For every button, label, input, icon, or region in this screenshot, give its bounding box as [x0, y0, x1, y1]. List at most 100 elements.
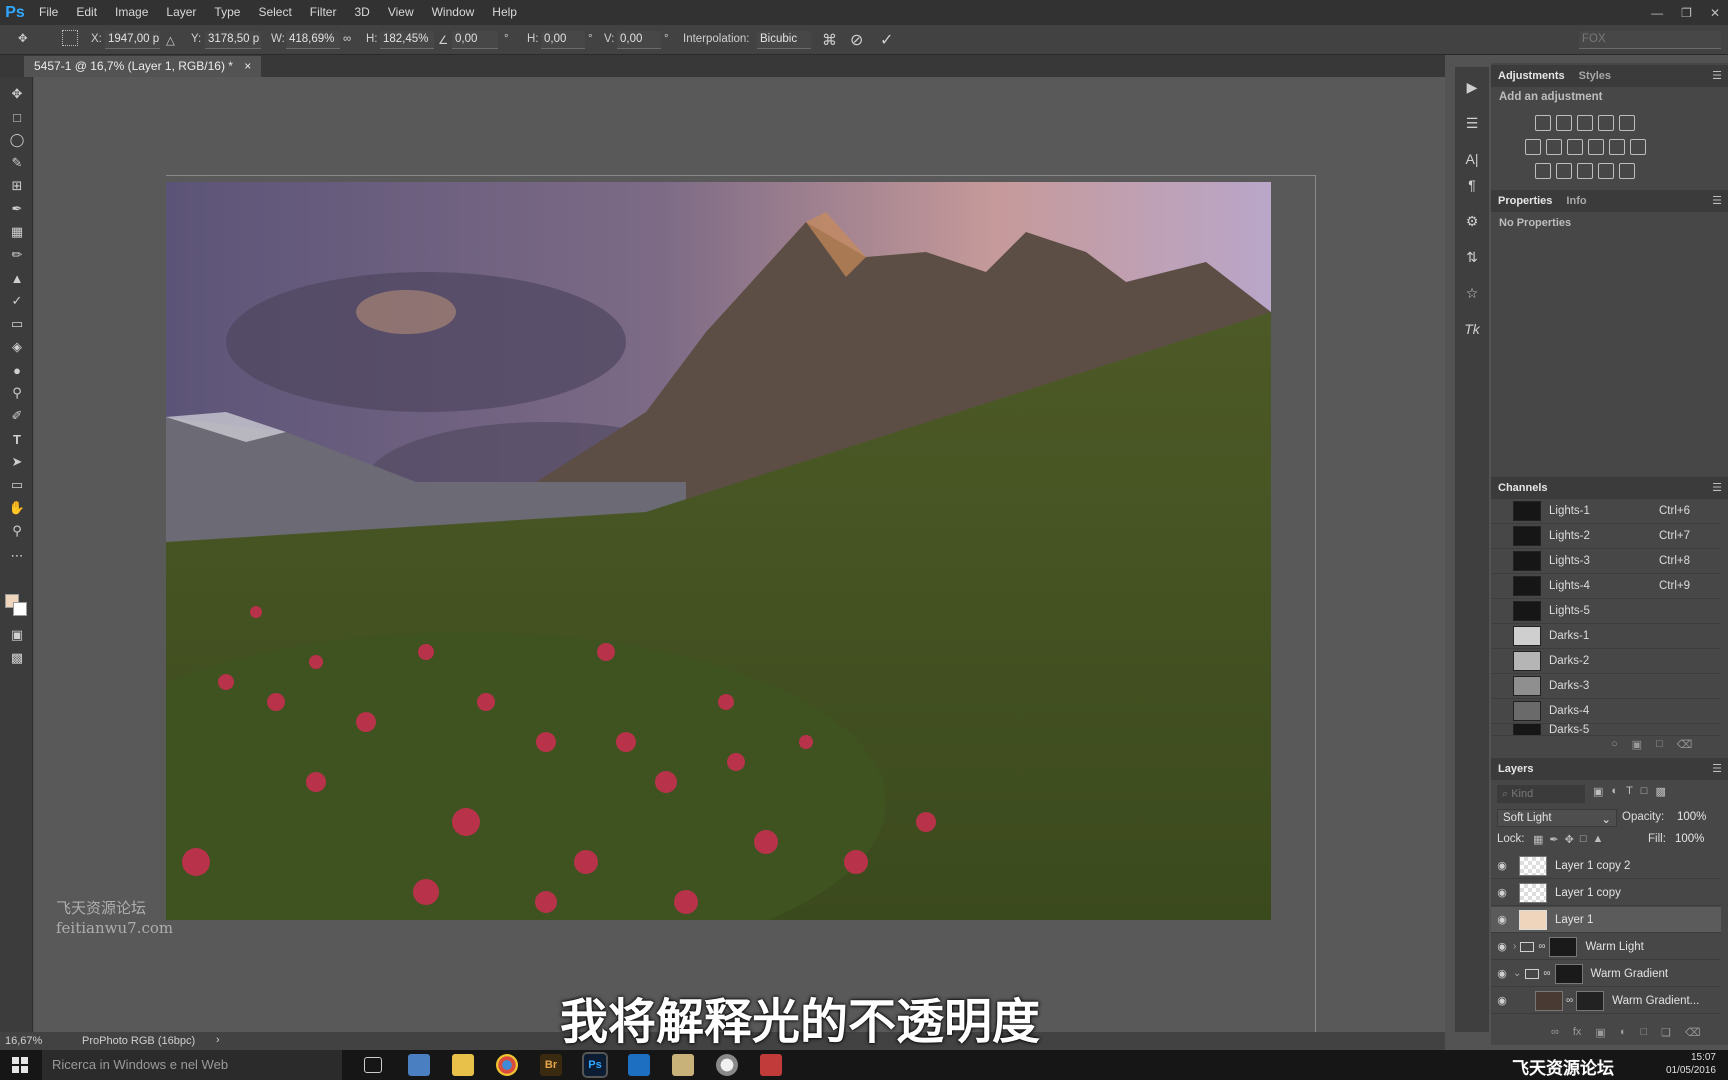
menu-file[interactable]: File — [30, 0, 67, 25]
threshold-icon[interactable] — [1577, 163, 1593, 179]
landscape-photo[interactable] — [166, 182, 1271, 920]
brightness-icon[interactable] — [1535, 115, 1551, 131]
load-selection-icon[interactable]: ○ — [1611, 738, 1618, 751]
tab-info[interactable]: Info — [1559, 195, 1593, 207]
status-arrow-icon[interactable]: › — [216, 1034, 220, 1046]
posterize-icon[interactable] — [1556, 163, 1572, 179]
crop-tool-icon[interactable]: ⊞ — [6, 177, 28, 195]
layer-row-selected[interactable]: ◉ Layer 1 — [1491, 907, 1721, 933]
delete-channel-icon[interactable]: ⌫ — [1677, 738, 1693, 751]
tab-channels[interactable]: Channels — [1491, 482, 1555, 494]
blend-mode-select[interactable]: Soft Light ⌄ — [1497, 809, 1617, 827]
adjust-sliders-icon[interactable]: ☰ — [1463, 115, 1481, 133]
channel-row[interactable]: Darks-1 — [1491, 624, 1721, 649]
panel-menu-icon[interactable]: ☰ — [1712, 69, 1722, 82]
angle-field[interactable]: 0,00 — [452, 31, 498, 49]
document-tab-close-icon[interactable]: × — [244, 59, 251, 73]
quick-mask-icon[interactable]: ▣ — [6, 626, 28, 644]
photoshop-taskbar-icon[interactable]: Ps — [582, 1052, 608, 1078]
delete-layer-icon[interactable]: ⌫ — [1685, 1026, 1701, 1039]
media-player-icon[interactable] — [672, 1054, 694, 1076]
lasso-tool-icon[interactable]: ◯ — [6, 131, 28, 149]
task-view-icon[interactable] — [364, 1057, 382, 1073]
minimize-icon[interactable]: — — [1651, 6, 1663, 20]
layer-row[interactable]: ◉ Layer 1 copy 2 — [1491, 853, 1721, 879]
file-explorer-icon[interactable] — [452, 1054, 474, 1076]
type-tool-icon[interactable]: T — [6, 430, 28, 448]
blur-tool-icon[interactable]: ● — [6, 361, 28, 379]
workspace-field[interactable]: FOX — [1579, 31, 1721, 49]
menu-view[interactable]: View — [379, 0, 423, 25]
history-brush-tool-icon[interactable]: ✓ — [6, 292, 28, 310]
layer-row[interactable]: ◉ ∞ Warm Gradient... — [1491, 988, 1721, 1014]
w-field[interactable]: 418,69% — [286, 31, 340, 49]
tool-presets-icon[interactable]: ☆ — [1463, 285, 1481, 303]
pen-tool-icon[interactable]: ✐ — [6, 407, 28, 425]
taskbar-clock[interactable]: 15:07 01/05/2016 — [1656, 1051, 1716, 1077]
color-balance-icon[interactable] — [1546, 139, 1562, 155]
fill-value[interactable]: 100% — [1675, 833, 1704, 845]
new-group-icon[interactable]: □ — [1640, 1026, 1647, 1039]
exposure-icon[interactable] — [1598, 115, 1614, 131]
tab-styles[interactable]: Styles — [1572, 70, 1618, 82]
commit-icon[interactable]: ✓ — [880, 30, 893, 50]
menu-edit[interactable]: Edit — [67, 0, 106, 25]
channel-row[interactable]: Darks-2 — [1491, 649, 1721, 674]
new-adjustment-icon[interactable]: ◐ — [1620, 1026, 1627, 1039]
shape-filter-icon[interactable]: □ — [1641, 785, 1648, 798]
rectangle-tool-icon[interactable]: ▭ — [6, 476, 28, 494]
panel-menu-icon[interactable]: ☰ — [1712, 762, 1722, 775]
document-tab[interactable]: 5457-1 @ 16,7% (Layer 1, RGB/16) * × — [24, 56, 262, 77]
restore-icon[interactable]: ❐ — [1681, 6, 1692, 20]
menu-filter[interactable]: Filter — [301, 0, 346, 25]
black-white-icon[interactable] — [1567, 139, 1583, 155]
store-app-icon[interactable] — [408, 1054, 430, 1076]
pixel-filter-icon[interactable]: ▣ — [1593, 785, 1603, 798]
lock-position-icon[interactable]: ✥ — [1565, 833, 1574, 846]
reference-point-icon[interactable] — [62, 30, 78, 46]
photo-filter-icon[interactable] — [1588, 139, 1604, 155]
tab-properties[interactable]: Properties — [1491, 195, 1559, 207]
x-field[interactable]: 1947,00 p — [105, 31, 160, 49]
paragraph-icon[interactable]: ¶ — [1463, 177, 1481, 195]
lock-transparent-icon[interactable]: ▦ — [1533, 833, 1543, 846]
hand-tool-icon[interactable]: ✋ — [6, 499, 28, 517]
adjustment-filter-icon[interactable]: ◐ — [1611, 785, 1618, 798]
visibility-eye-icon[interactable]: ◉ — [1491, 913, 1513, 926]
type-filter-icon[interactable]: T — [1626, 785, 1633, 798]
more-tools-icon[interactable]: ⋯ — [6, 547, 28, 565]
invert-icon[interactable] — [1535, 163, 1551, 179]
extension-icon[interactable]: Tk — [1463, 321, 1481, 339]
cancel-icon[interactable]: ⊘ — [850, 30, 863, 50]
eraser-tool-icon[interactable]: ▭ — [6, 315, 28, 333]
lock-all-icon[interactable]: ▲ — [1593, 833, 1604, 846]
menu-help[interactable]: Help — [483, 0, 526, 25]
menu-layer[interactable]: Layer — [157, 0, 205, 25]
outlook-icon[interactable] — [628, 1054, 650, 1076]
visibility-eye-icon[interactable]: ◉ — [1491, 940, 1513, 953]
layer-kind-filter[interactable]: ⌕ Kind — [1497, 785, 1585, 803]
link-icon[interactable]: ∞ — [343, 33, 351, 45]
menu-window[interactable]: Window — [423, 0, 484, 25]
link-layers-icon[interactable]: ∞ — [1551, 1026, 1559, 1039]
zoom-tool-icon[interactable]: ⚲ — [6, 522, 28, 540]
paint-bucket-tool-icon[interactable]: ◈ — [6, 338, 28, 356]
chevron-right-icon[interactable]: › — [1513, 941, 1516, 952]
menu-3d[interactable]: 3D — [345, 0, 378, 25]
hskew-field[interactable]: 0,00 — [541, 31, 585, 49]
hue-saturation-icon[interactable] — [1525, 139, 1541, 155]
zoom-level[interactable]: 16,67% — [5, 1035, 42, 1047]
warp-icon[interactable]: ⌘ — [822, 31, 837, 49]
add-mask-icon[interactable]: ▣ — [1595, 1026, 1605, 1039]
background-color-swatch[interactable] — [13, 602, 27, 616]
vskew-field[interactable]: 0,00 — [617, 31, 661, 49]
bridge-icon[interactable]: Br — [540, 1054, 562, 1076]
opacity-value[interactable]: 100% — [1677, 811, 1706, 823]
eyedropper-tool-icon[interactable]: ✒ — [6, 200, 28, 218]
layer-group-row[interactable]: ◉ › ∞ Warm Light — [1491, 934, 1721, 960]
menu-type[interactable]: Type — [205, 0, 249, 25]
path-selection-tool-icon[interactable]: ➤ — [6, 453, 28, 471]
interpolation-select[interactable]: Bicubic — [757, 31, 811, 49]
menu-select[interactable]: Select — [249, 0, 300, 25]
visibility-eye-icon[interactable]: ◉ — [1491, 967, 1513, 980]
